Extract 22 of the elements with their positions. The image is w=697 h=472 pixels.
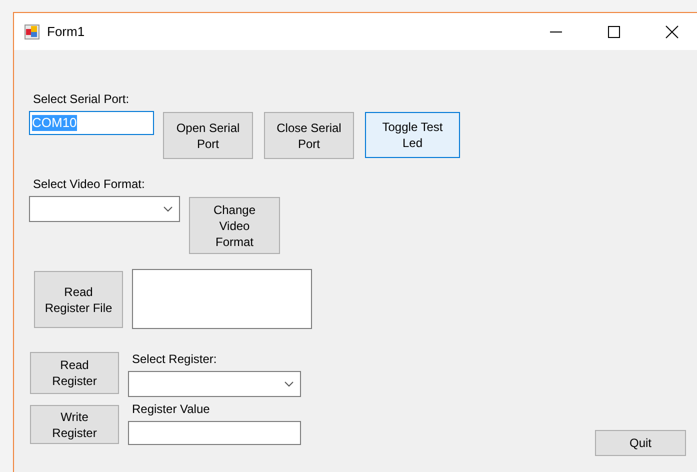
- chevron-down-icon: [163, 206, 173, 212]
- text-area[interactable]: [132, 269, 312, 329]
- button[interactable]: Toggle Test Led: [365, 112, 460, 158]
- button[interactable]: Open Serial Port: [163, 112, 253, 159]
- close-icon[interactable]: [665, 24, 679, 38]
- button[interactable]: Read Register File: [34, 271, 123, 328]
- field-label: Select Serial Port:: [33, 91, 130, 107]
- window-title: Form1: [47, 22, 85, 41]
- dropdown[interactable]: [128, 371, 301, 397]
- maximize-icon[interactable]: [607, 24, 621, 38]
- button[interactable]: Read Register: [30, 352, 119, 394]
- text-field[interactable]: [128, 421, 301, 445]
- button[interactable]: Change Video Format: [189, 197, 280, 254]
- app-icon: [24, 24, 40, 40]
- button[interactable]: Write Register: [30, 405, 119, 444]
- chevron-down-icon: [284, 381, 294, 387]
- button[interactable]: Quit: [595, 430, 686, 456]
- dropdown[interactable]: [29, 196, 180, 222]
- button[interactable]: Close Serial Port: [264, 112, 354, 159]
- field-label: Select Video Format:: [33, 176, 145, 192]
- field-label: Select Register:: [132, 351, 217, 367]
- field-label: Register Value: [132, 401, 210, 417]
